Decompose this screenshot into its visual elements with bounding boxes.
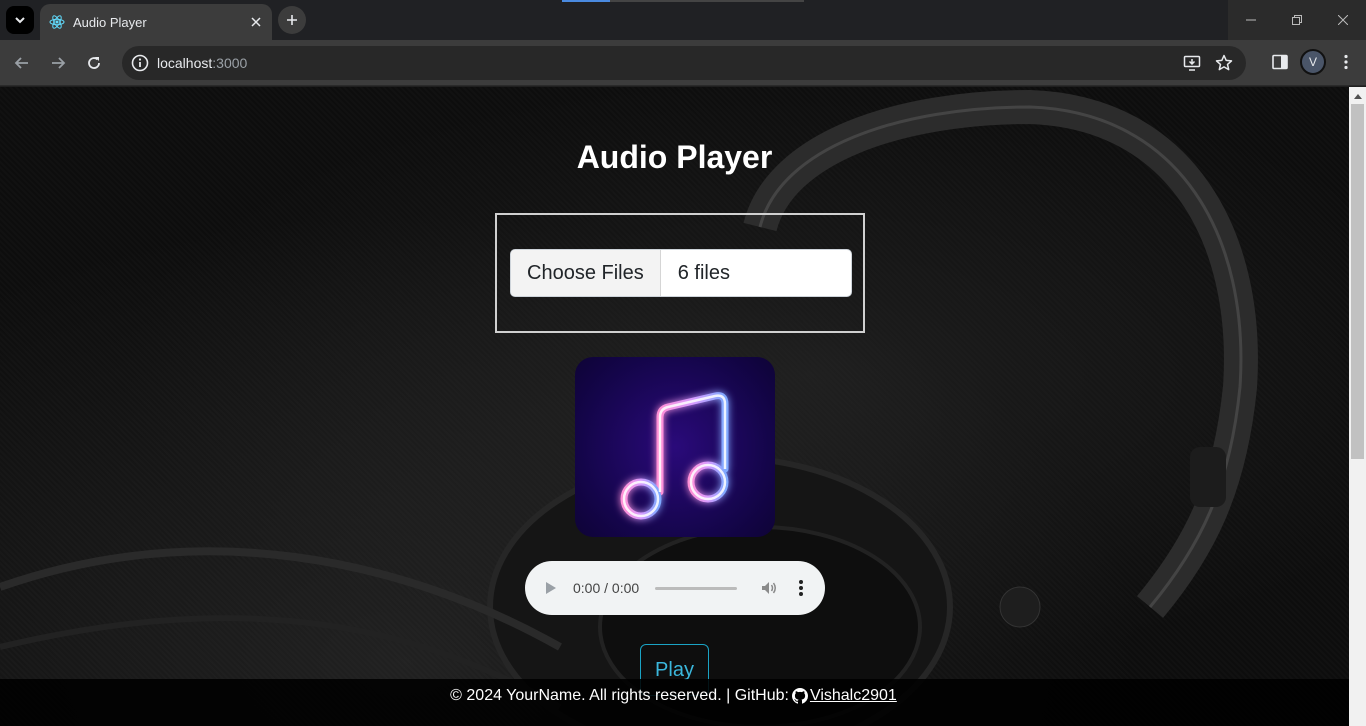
browser-menu-button[interactable] — [1334, 50, 1358, 74]
plus-icon — [287, 15, 297, 25]
scrollbar-thumb[interactable] — [1351, 104, 1364, 459]
bookmark-button[interactable] — [1212, 51, 1236, 75]
scroll-up-button[interactable] — [1349, 87, 1366, 104]
side-panel-icon — [1272, 54, 1288, 70]
github-icon — [791, 688, 808, 704]
new-tab-button[interactable] — [278, 6, 306, 34]
reload-button[interactable] — [80, 49, 108, 77]
caret-up-icon — [1353, 93, 1362, 99]
restore-button[interactable] — [1274, 0, 1320, 40]
volume-icon — [762, 582, 777, 594]
tab-loading-indicator — [562, 0, 804, 2]
minimize-icon — [1246, 19, 1256, 21]
url-port: :3000 — [212, 55, 248, 71]
github-username: Vishalc2901 — [809, 687, 897, 704]
audio-seek-bar[interactable] — [655, 586, 738, 590]
side-panel-button[interactable] — [1268, 50, 1292, 74]
close-window-button[interactable] — [1320, 0, 1366, 40]
restore-icon — [1292, 15, 1302, 25]
address-bar[interactable]: localhost:3000 — [122, 46, 1246, 80]
upload-box: Choose Files 6 files — [495, 213, 865, 333]
more-vert-icon — [799, 580, 804, 596]
footer-text: © 2024 YourName. All rights reserved. | … — [450, 687, 789, 704]
arrow-right-icon — [52, 57, 66, 69]
react-favicon-icon — [49, 15, 65, 29]
github-link[interactable]: Vishalc2901 — [791, 687, 897, 705]
play-icon — [546, 582, 556, 594]
browser-tab[interactable]: Audio Player — [40, 4, 272, 40]
forward-button[interactable] — [44, 49, 72, 77]
arrow-left-icon — [14, 57, 28, 69]
close-icon — [1338, 15, 1348, 25]
audio-options-button[interactable] — [791, 578, 811, 598]
tab-title: Audio Player — [73, 14, 147, 30]
page-background: Audio Player Choose Files 6 files 0:00 /… — [0, 87, 1349, 726]
file-count-label: 6 files — [677, 261, 730, 284]
file-input[interactable]: Choose Files 6 files — [510, 249, 852, 297]
minimize-button[interactable] — [1228, 0, 1274, 40]
url-host: localhost — [157, 55, 213, 71]
page-viewport: Audio Player Choose Files 6 files 0:00 /… — [0, 87, 1366, 726]
close-icon — [251, 17, 261, 27]
tab-strip: Audio Player — [0, 0, 1366, 40]
tab-close-button[interactable] — [246, 12, 266, 32]
page-scrollbar[interactable] — [1349, 87, 1366, 726]
music-note-icon — [620, 392, 729, 520]
audio-volume-button[interactable] — [759, 578, 779, 598]
back-button[interactable] — [8, 49, 36, 77]
info-icon — [131, 54, 149, 72]
window-controls — [1228, 0, 1366, 40]
audio-play-button[interactable] — [543, 580, 559, 596]
profile-avatar[interactable]: V — [1300, 49, 1326, 75]
more-vert-icon — [1344, 54, 1348, 70]
site-info-icon[interactable] — [128, 51, 152, 75]
reload-icon — [88, 57, 100, 69]
footer: © 2024 YourName. All rights reserved. | … — [0, 679, 1349, 726]
audio-time: 0:00 / 0:00 — [573, 580, 640, 596]
install-app-icon — [1183, 55, 1201, 71]
install-app-button[interactable] — [1180, 51, 1204, 75]
chevron-down-icon — [15, 17, 25, 24]
url-text: localhost:3000 — [157, 55, 247, 71]
star-icon — [1215, 54, 1233, 71]
album-cover — [575, 357, 775, 537]
audio-player[interactable]: 0:00 / 0:00 — [525, 561, 825, 615]
choose-files-button[interactable]: Choose Files — [511, 250, 661, 296]
browser-toolbar: localhost:3000 V — [0, 40, 1366, 86]
tab-search-button[interactable] — [6, 6, 34, 34]
page-title: Audio Player — [576, 139, 773, 175]
